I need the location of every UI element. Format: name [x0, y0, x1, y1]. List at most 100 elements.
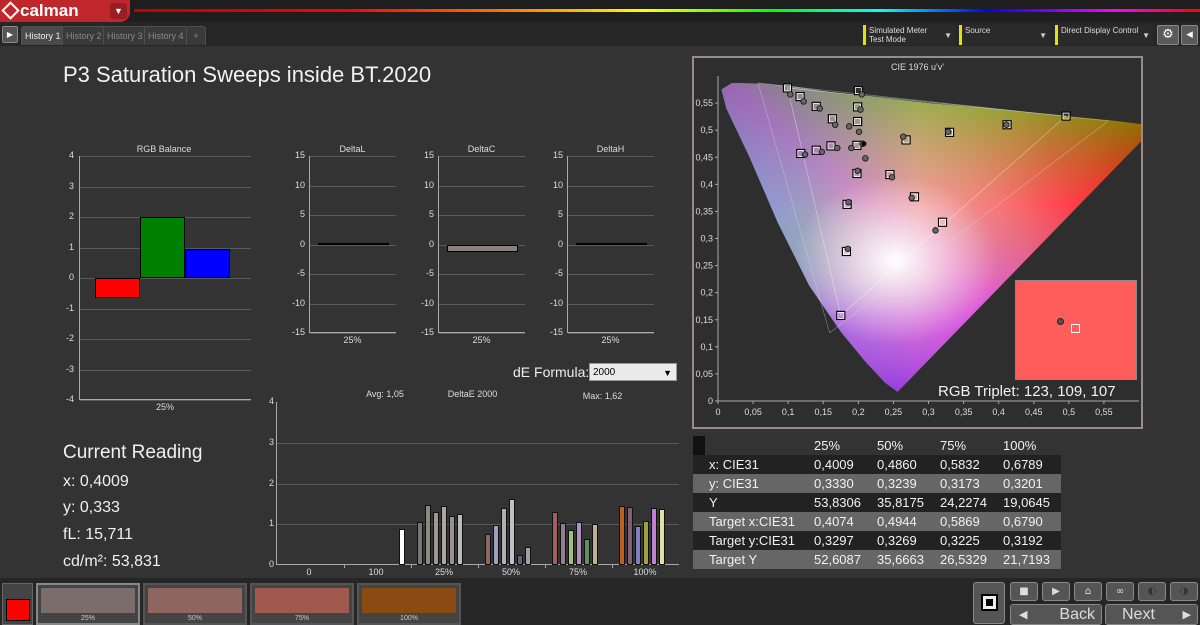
y-tick-label: -3: [65, 363, 74, 374]
table-cell: 0,3192: [1003, 533, 1043, 548]
settings-gear-icon[interactable]: ⚙: [1157, 25, 1179, 45]
chevron-down-icon: ▼: [663, 368, 672, 378]
x-tick-label: 0,35: [955, 407, 973, 417]
rgb-balance-title: RGB Balance: [136, 144, 192, 154]
delta-bar: [318, 242, 389, 245]
deltae-bar: [552, 512, 558, 565]
measured-point: [862, 155, 869, 162]
gridline: [310, 156, 396, 157]
deltae-bar: [457, 514, 463, 565]
simulated-meter-dropdown[interactable]: Simulated Meter Test Mode ▼: [863, 25, 955, 45]
table-row: x: CIE31 0,4009 0,4860 0,5832 0,6789: [693, 455, 1061, 474]
scroll-arrow-icon[interactable]: ◂: [1181, 25, 1198, 45]
calman-logo[interactable]: calman ▼: [0, 0, 130, 22]
gridline: [439, 274, 525, 275]
table-cell: 52,6087: [814, 552, 861, 567]
swatch-2[interactable]: 75%: [250, 583, 354, 625]
gridline: [310, 274, 396, 275]
disabled-icon[interactable]: ◐: [1138, 582, 1166, 601]
table-cell: 0,3239: [877, 476, 917, 491]
y-tick-label: -5: [554, 268, 563, 278]
y-tick-label: 2: [68, 211, 74, 221]
gridline: [568, 333, 654, 334]
table-cell: 0,3201: [1003, 476, 1043, 491]
tab-history-1[interactable]: History 1: [21, 26, 65, 45]
gridline: [568, 156, 654, 157]
y-tick-label: -10: [549, 297, 563, 308]
y-tick-label: 1: [268, 518, 274, 529]
current-reading-x: x: 0,4009: [63, 473, 129, 490]
chevron-down-icon: ▼: [944, 31, 952, 40]
delta-chart-title: DeltaH: [596, 144, 625, 154]
y-tick-label: 0: [68, 272, 74, 282]
row-label: Y: [709, 495, 718, 510]
deltae-bar: [493, 525, 499, 565]
current-color-swatch[interactable]: [2, 583, 33, 625]
delta-chart-plot: [309, 156, 396, 334]
tab-history-4[interactable]: History 4: [144, 26, 188, 45]
logo-mark-icon: [1, 1, 20, 20]
y-tick-label: 4: [268, 396, 274, 406]
current-point: [861, 141, 867, 147]
play-small-icon[interactable]: ▶: [1042, 582, 1070, 601]
swatch-label: 75%: [294, 615, 309, 622]
direct-display-control-dropdown[interactable]: Direct Display Control ▼: [1055, 25, 1153, 45]
de-formula-select[interactable]: 2000 ▼: [589, 363, 677, 381]
table-row: Y 53,8306 35,8175 24,2274 19,0645: [693, 493, 1061, 512]
tab-history-2[interactable]: History 2: [62, 26, 106, 45]
tab-history-3[interactable]: History 3: [103, 26, 147, 45]
gridline: [277, 483, 679, 485]
y-tick-label: 0,4: [700, 179, 713, 189]
chevron-down-icon[interactable]: ▼: [110, 3, 127, 19]
gridline: [439, 303, 525, 305]
y-tick-label: -10: [420, 297, 434, 308]
rgb-triplet: RGB Triplet: 123, 109, 107: [938, 383, 1116, 400]
rgb-balance-x-label: 25%: [155, 402, 174, 412]
deltae-max: Max: 1,62: [582, 391, 623, 401]
row-label: x: CIE31: [709, 457, 759, 472]
stop-icon: [981, 594, 998, 611]
swatch-label: 50%: [187, 615, 202, 622]
add-tab-button[interactable]: +: [186, 26, 206, 45]
measured-point: [1003, 121, 1010, 128]
loop-icon[interactable]: ∞: [1106, 582, 1134, 601]
x-tick-label: 25%: [434, 567, 453, 577]
play-icon[interactable]: ▶: [2, 26, 18, 43]
red-indicator: [6, 599, 30, 621]
delta-chart-x-label: 25%: [343, 335, 362, 345]
back-button[interactable]: ◀ Back: [1010, 604, 1102, 625]
table-cell: 0,3225: [940, 533, 980, 548]
next-arrow-icon: ▶: [1182, 609, 1191, 621]
swatch-0[interactable]: 25%: [36, 583, 140, 625]
disabled-icon-2[interactable]: ◑: [1170, 582, 1198, 601]
current-reading-title: Current Reading: [63, 442, 203, 463]
table-cell: 53,8306: [814, 495, 861, 510]
y-tick-label: 0,55: [695, 98, 713, 108]
table-cell: 24,2274: [940, 495, 987, 510]
y-tick-label: -5: [425, 268, 434, 278]
swatch-color: [255, 588, 349, 613]
measured-point: [908, 194, 915, 202]
swatch-1[interactable]: 50%: [143, 583, 247, 625]
measured-point: [854, 167, 861, 174]
next-button[interactable]: Next ▶: [1105, 604, 1198, 625]
table-header: 25%: [814, 438, 841, 453]
current-color-inset: [1015, 280, 1137, 380]
source-dropdown[interactable]: Source ▼: [959, 25, 1050, 45]
deltae-bar: [659, 508, 665, 565]
deltae-bar: [643, 520, 649, 565]
table-cell: 0,3297: [814, 533, 854, 548]
stop-record-button[interactable]: [973, 582, 1005, 624]
y-tick-label: -15: [549, 327, 563, 337]
measured-point: [846, 123, 853, 130]
swatch-3[interactable]: 100%: [357, 583, 461, 625]
measured-point: [801, 151, 809, 158]
measured-point-marker: [1057, 318, 1064, 325]
stop-small-icon[interactable]: ■: [1010, 582, 1038, 601]
y-tick-label: 15: [552, 150, 563, 160]
save-icon[interactable]: ⌂: [1074, 582, 1102, 601]
table-cell: 0,3330: [814, 476, 854, 491]
x-tick-label: 0: [306, 567, 312, 577]
deltae-plot: [276, 402, 679, 568]
measured-point: [800, 98, 807, 105]
